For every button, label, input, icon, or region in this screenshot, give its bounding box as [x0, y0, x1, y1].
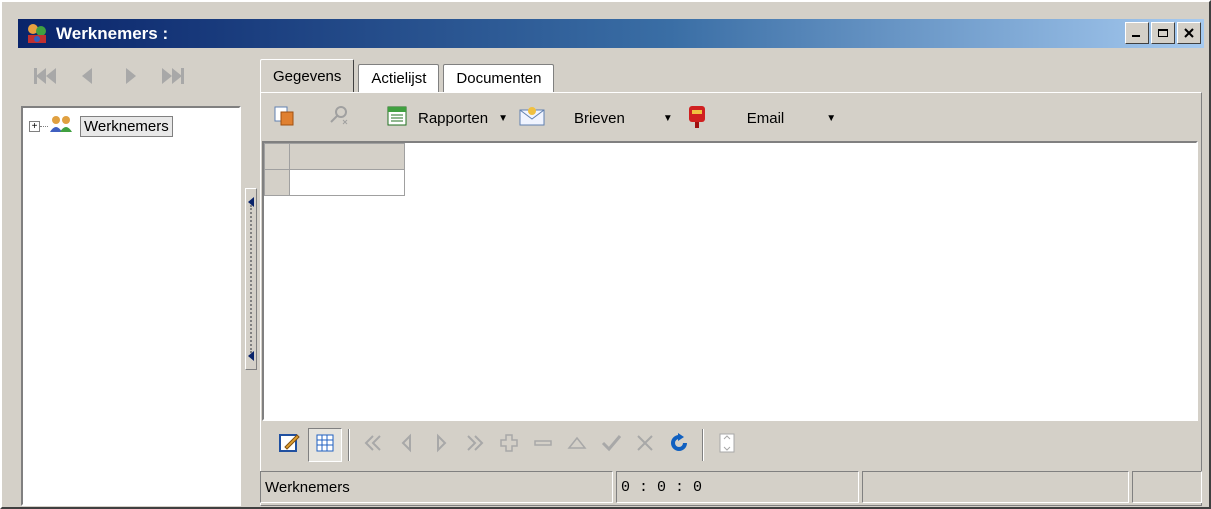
- mailbox-icon: [685, 102, 709, 134]
- toolbar-separator-2: [702, 429, 704, 461]
- app-icon: [24, 21, 50, 47]
- edit-icon: [277, 431, 301, 459]
- grid-view-icon: [314, 432, 336, 458]
- email-dropdown-icon[interactable]: ▼: [826, 113, 836, 124]
- insert-button[interactable]: [492, 428, 526, 462]
- grid-column-header[interactable]: [289, 143, 405, 170]
- edit-up-icon: [566, 432, 588, 458]
- status-position: 0 : 0 : 0: [616, 471, 859, 503]
- filter-button[interactable]: [710, 428, 744, 462]
- rapporten-label: Rapporten: [418, 109, 489, 127]
- next-button[interactable]: [424, 428, 458, 462]
- prior-icon: [397, 433, 417, 457]
- last-button[interactable]: [458, 428, 492, 462]
- brieven-button[interactable]: Brieven ▼: [518, 103, 673, 133]
- first-record-icon[interactable]: [32, 64, 60, 88]
- cancel-icon: [634, 432, 656, 458]
- prev-record-icon[interactable]: [74, 64, 102, 88]
- tab-documenten[interactable]: Documenten: [443, 64, 555, 92]
- brieven-label: Brieven: [573, 109, 625, 127]
- edit-up-button[interactable]: [560, 428, 594, 462]
- status-panel-4: [1132, 471, 1202, 503]
- toolbar-separator: [348, 429, 350, 461]
- search-icon: [328, 104, 352, 132]
- first-icon: [361, 433, 385, 457]
- title-bar[interactable]: Werknemers :: [18, 19, 1204, 48]
- prior-button[interactable]: [390, 428, 424, 462]
- search-button[interactable]: [328, 103, 352, 133]
- refresh-button[interactable]: [662, 428, 696, 462]
- copy-record-icon: [272, 104, 296, 132]
- first-button[interactable]: [356, 428, 390, 462]
- werknemers-window: Werknemers : + Werknemers Gegevens Actie…: [0, 0, 1211, 509]
- status-panel-3: [862, 471, 1129, 503]
- email-button[interactable]: Email ▼: [685, 103, 836, 133]
- rapporten-button[interactable]: Rapporten ▼: [386, 103, 508, 133]
- window-title: Werknemers :: [56, 23, 169, 43]
- tab-strip: Gegevens Actielijst Documenten: [260, 59, 558, 92]
- data-grid[interactable]: [262, 141, 1198, 421]
- minimize-button[interactable]: [1125, 22, 1149, 44]
- tab-gegevens[interactable]: Gegevens: [260, 59, 355, 92]
- grid-view-button[interactable]: [308, 428, 342, 462]
- panel-splitter[interactable]: [245, 188, 257, 370]
- tree-node-label[interactable]: Werknemers: [80, 115, 173, 137]
- last-icon: [463, 433, 487, 457]
- report-icon: [386, 105, 408, 131]
- status-section: Werknemers: [260, 471, 613, 503]
- status-bar: Werknemers 0 : 0 : 0: [260, 471, 1202, 503]
- insert-icon: [498, 432, 520, 458]
- refresh-icon: [668, 432, 690, 458]
- next-icon: [431, 433, 451, 457]
- tree-expand-button[interactable]: +: [29, 120, 40, 132]
- delete-icon: [532, 432, 554, 458]
- main-toolbar: Rapporten ▼ Brieven ▼ Email ▼: [264, 98, 1198, 138]
- tree-view[interactable]: + Werknemers: [21, 106, 241, 506]
- next-record-icon[interactable]: [116, 64, 144, 88]
- copy-record-button[interactable]: [272, 103, 296, 133]
- tree-node-werknemers[interactable]: + Werknemers: [29, 114, 173, 138]
- post-button[interactable]: [594, 428, 628, 462]
- grid-corner-cell: [264, 143, 290, 170]
- delete-button[interactable]: [526, 428, 560, 462]
- post-icon: [600, 432, 622, 458]
- tab-actielijst[interactable]: Actielijst: [358, 64, 440, 92]
- maximize-button[interactable]: [1151, 22, 1175, 44]
- collapse-left-icon-2[interactable]: [248, 351, 254, 361]
- close-button[interactable]: [1177, 22, 1201, 44]
- cancel-button[interactable]: [628, 428, 662, 462]
- grid-cell[interactable]: [289, 169, 405, 196]
- last-record-icon[interactable]: [158, 64, 186, 88]
- envelope-icon: [518, 104, 546, 132]
- rapporten-dropdown-icon[interactable]: ▼: [498, 113, 508, 124]
- brieven-dropdown-icon[interactable]: ▼: [663, 113, 673, 124]
- email-label: Email: [746, 109, 785, 127]
- filter-icon: [717, 432, 737, 458]
- navigator-toolbar: [264, 423, 1198, 467]
- grid-row-indicator[interactable]: [264, 169, 290, 196]
- people-icon: [48, 114, 76, 138]
- edit-button[interactable]: [272, 428, 306, 462]
